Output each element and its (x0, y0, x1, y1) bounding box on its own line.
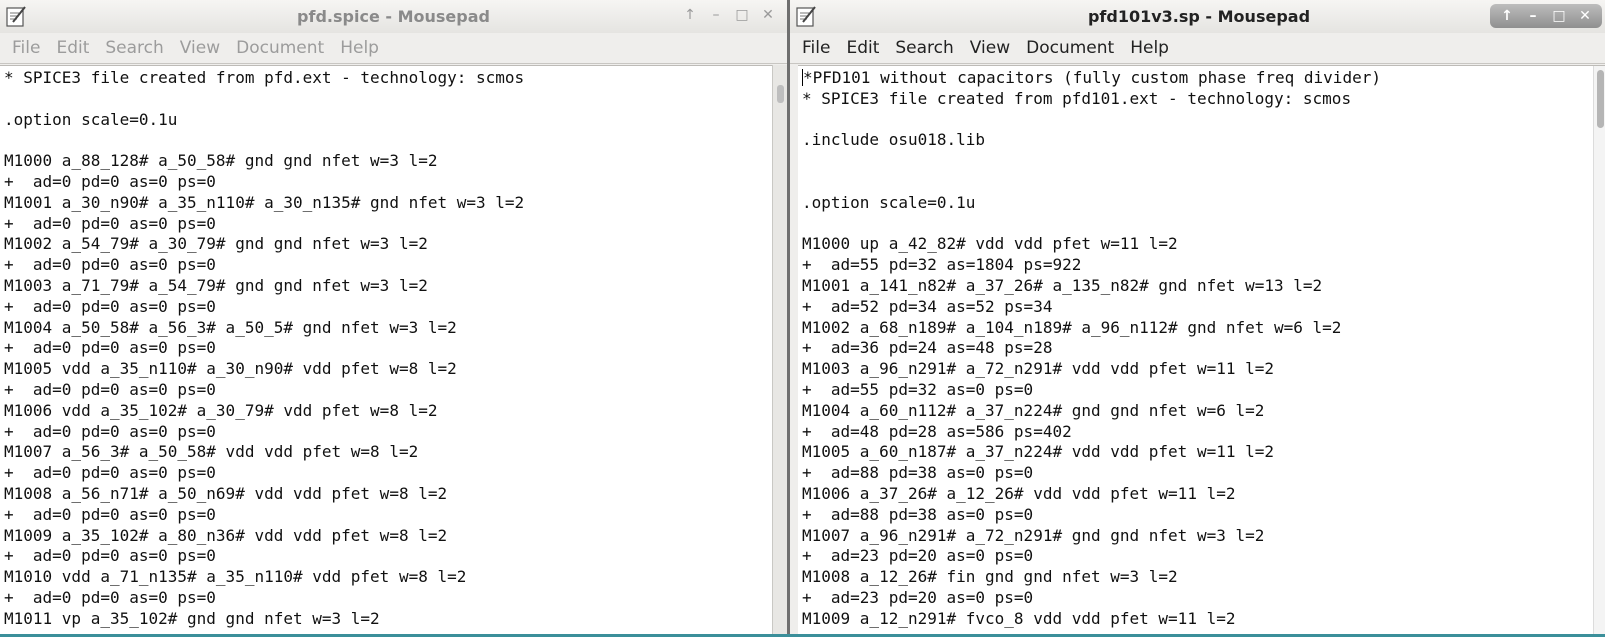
right-code-line (802, 172, 1605, 193)
left-code-line: + ad=0 pd=0 as=0 ps=0 (4, 587, 216, 607)
left-window-title: pfd.spice - Mousepad (297, 7, 490, 26)
left-maximize-icon[interactable]: □ (729, 3, 755, 27)
left-text-area[interactable]: * SPICE3 file created from pfd.ext - tec… (0, 65, 772, 637)
right-menu-document[interactable]: Document (1018, 33, 1122, 63)
right-code-line: M1003 a_96_n291# a_72_n291# vdd vdd pfet… (802, 359, 1275, 379)
left-editor-window: pfd.spice - Mousepad ↑ – □ ✕ File Edit S… (0, 0, 787, 637)
left-keep-above-icon[interactable]: ↑ (677, 3, 703, 27)
left-menu-document[interactable]: Document (228, 33, 332, 63)
right-text-area[interactable]: *PFD101 without capacitors (fully custom… (798, 65, 1605, 637)
right-code-line: M1009 a_12_n291# fvco_8 vdd vdd pfet w=1… (802, 608, 1236, 628)
right-code-line (802, 214, 1605, 235)
right-window-controls: ↑ – □ ✕ (1490, 4, 1602, 28)
left-code-line: + ad=0 pd=0 as=0 ps=0 (4, 296, 216, 316)
left-code-line (4, 89, 772, 110)
left-code-line: M1001 a_30_n90# a_35_n110# a_30_n135# gn… (4, 192, 525, 212)
right-code-line: + ad=23 pd=20 as=0 ps=0 (802, 546, 1034, 566)
left-menu-edit[interactable]: Edit (48, 33, 97, 63)
right-code-line: M1008 a_12_26# fin gnd gnd nfet w=3 l=2 (802, 567, 1178, 587)
right-code-line: * SPICE3 file created from pfd101.ext - … (802, 88, 1352, 108)
left-code-line: + ad=0 pd=0 as=0 ps=0 (4, 255, 216, 275)
left-code-line: M1007 a_56_3# a_50_58# vdd vdd pfet w=8 … (4, 442, 419, 462)
right-code-line: + ad=48 pd=28 as=586 ps=402 (802, 421, 1072, 441)
right-code-line: M1005 a_60_n187# a_37_n224# vdd vdd pfet… (802, 442, 1275, 462)
left-scrollbar[interactable] (772, 65, 787, 637)
text-cursor (802, 69, 803, 86)
left-code-line: + ad=0 pd=0 as=0 ps=0 (4, 546, 216, 566)
left-code-line: M1006 vdd a_35_102# a_30_79# vdd pfet w=… (4, 400, 438, 420)
left-menu-help[interactable]: Help (332, 33, 387, 63)
right-keep-above-icon[interactable]: ↑ (1494, 4, 1520, 28)
left-code-line: M1008 a_56_n71# a_50_n69# vdd vdd pfet w… (4, 483, 448, 503)
left-code-line: .option scale=0.1u (4, 109, 178, 129)
left-code-line: + ad=0 pd=0 as=0 ps=0 (4, 338, 216, 358)
right-code-line (802, 151, 1605, 172)
right-code-line: + ad=52 pd=34 as=52 ps=34 (802, 296, 1053, 316)
right-code-line: *PFD101 without capacitors (fully custom… (802, 68, 1381, 87)
right-code-line: .option scale=0.1u (802, 192, 976, 212)
right-code-line: + ad=88 pd=38 as=0 ps=0 (802, 463, 1034, 483)
right-code-line (802, 110, 1605, 131)
left-minimize-icon[interactable]: – (703, 3, 729, 27)
right-code-line: M1002 a_68_n189# a_104_n189# a_96_n112# … (802, 317, 1342, 337)
right-code-line: + ad=23 pd=20 as=0 ps=0 (802, 587, 1034, 607)
right-code-line: + ad=55 pd=32 as=0 ps=0 (802, 379, 1034, 399)
left-code-line: M1000 a_88_128# a_50_58# gnd gnd nfet w=… (4, 151, 438, 171)
left-window-controls: ↑ – □ ✕ (677, 3, 781, 27)
right-code-line: M1007 a_96_n291# a_72_n291# gnd gnd nfet… (802, 525, 1265, 545)
left-scrollbar-thumb[interactable] (777, 85, 784, 103)
left-code-line: + ad=0 pd=0 as=0 ps=0 (4, 421, 216, 441)
right-menu-search[interactable]: Search (887, 33, 961, 63)
left-code-line: M1004 a_50_58# a_56_3# a_50_5# gnd nfet … (4, 317, 457, 337)
right-editor-window: pfd101v3.sp - Mousepad ↑ – □ ✕ File Edit… (787, 0, 1605, 637)
right-close-icon[interactable]: ✕ (1572, 4, 1598, 28)
right-minimize-icon[interactable]: – (1520, 4, 1546, 28)
right-menu-bar: File Edit Search View Document Help (790, 33, 1605, 64)
right-code-line: .include osu018.lib (802, 130, 986, 150)
left-code-line: M1010 vdd a_71_n135# a_35_n110# vdd pfet… (4, 567, 467, 587)
left-code-line: M1002 a_54_79# a_30_79# gnd gnd nfet w=3… (4, 234, 428, 254)
left-code-line: + ad=0 pd=0 as=0 ps=0 (4, 463, 216, 483)
left-menu-file[interactable]: File (4, 33, 48, 63)
left-code-line: + ad=0 pd=0 as=0 ps=0 (4, 504, 216, 524)
left-code-line: M1003 a_71_79# a_54_79# gnd gnd nfet w=3… (4, 275, 428, 295)
left-code-line: M1009 a_35_102# a_80_n36# vdd vdd pfet w… (4, 525, 448, 545)
right-menu-file[interactable]: File (794, 33, 838, 63)
left-code-line: + ad=0 pd=0 as=0 ps=0 (4, 171, 216, 191)
left-menu-search[interactable]: Search (97, 33, 171, 63)
left-code-text: * SPICE3 file created from pfd.ext - tec… (0, 66, 772, 630)
left-code-line (4, 130, 772, 151)
left-menu-view[interactable]: View (172, 33, 228, 63)
right-scrollbar[interactable] (1593, 66, 1605, 637)
right-maximize-icon[interactable]: □ (1546, 4, 1572, 28)
right-code-line: M1004 a_60_n112# a_37_n224# gnd gnd nfet… (802, 400, 1265, 420)
left-close-icon[interactable]: ✕ (755, 3, 781, 27)
right-code-line: + ad=55 pd=32 as=1804 ps=922 (802, 255, 1082, 275)
right-menu-view[interactable]: View (962, 33, 1018, 63)
right-code-line: M1001 a_141_n82# a_37_26# a_135_n82# gnd… (802, 275, 1323, 295)
right-window-title: pfd101v3.sp - Mousepad (1087, 7, 1311, 26)
right-scrollbar-thumb[interactable] (1597, 70, 1604, 128)
left-code-line: * SPICE3 file created from pfd.ext - tec… (4, 68, 525, 87)
right-code-line: + ad=88 pd=38 as=0 ps=0 (802, 504, 1034, 524)
right-menu-edit[interactable]: Edit (838, 33, 887, 63)
right-code-line: M1006 a_37_26# a_12_26# vdd vdd pfet w=1… (802, 483, 1236, 503)
left-code-line: M1011 vp a_35_102# gnd gnd nfet w=3 l=2 (4, 608, 380, 628)
right-code-line: + ad=36 pd=24 as=48 ps=28 (802, 338, 1053, 358)
left-menu-bar: File Edit Search View Document Help (0, 33, 787, 64)
right-title-bar[interactable]: pfd101v3.sp - Mousepad ↑ – □ ✕ (790, 0, 1605, 33)
left-code-line: M1005 vdd a_35_n110# a_30_n90# vdd pfet … (4, 359, 457, 379)
right-code-text: *PFD101 without capacitors (fully custom… (798, 66, 1605, 630)
left-code-line: + ad=0 pd=0 as=0 ps=0 (4, 379, 216, 399)
left-title-bar[interactable]: pfd.spice - Mousepad ↑ – □ ✕ (0, 0, 787, 33)
left-code-line: + ad=0 pd=0 as=0 ps=0 (4, 213, 216, 233)
right-menu-help[interactable]: Help (1122, 33, 1177, 63)
right-code-line: M1000 up a_42_82# vdd vdd pfet w=11 l=2 (802, 234, 1178, 254)
